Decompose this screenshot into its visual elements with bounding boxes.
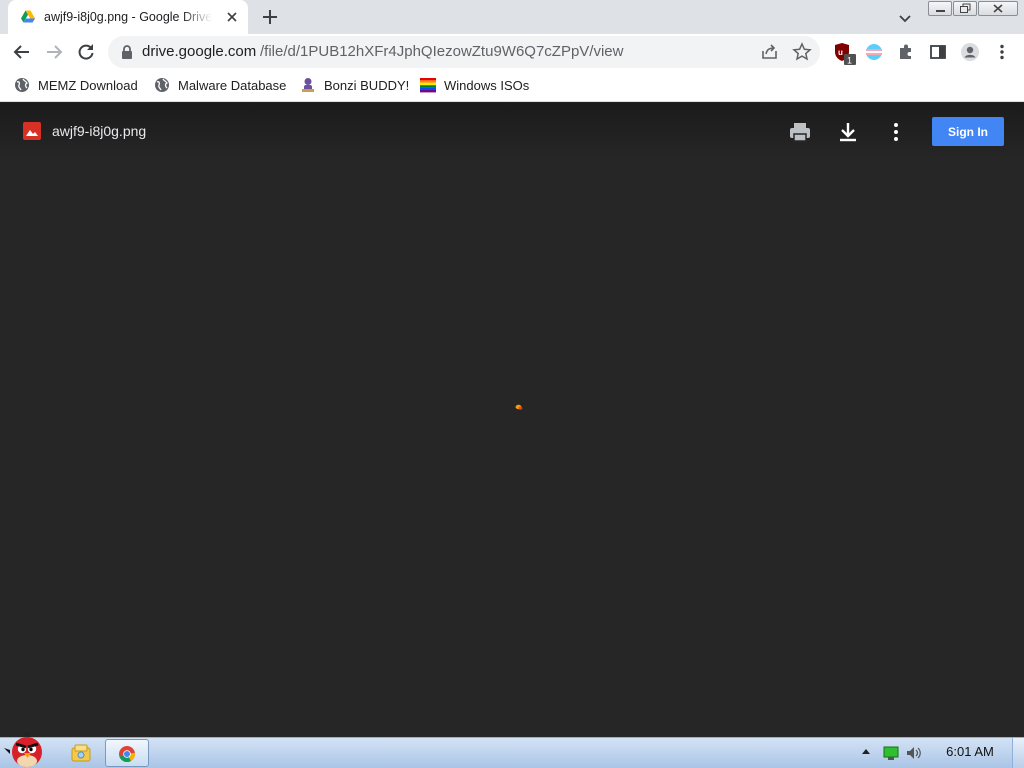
bookmark-memz-download[interactable]: MEMZ Download [14, 72, 138, 98]
extensions-puzzle-icon[interactable] [896, 42, 916, 62]
globe-icon [155, 78, 169, 92]
show-desktop-button[interactable] [1012, 738, 1024, 768]
tab-title: awjf9-i8j0g.png - Google Drive [44, 10, 212, 24]
minimize-button[interactable] [928, 1, 952, 16]
image-file-icon [23, 122, 41, 140]
file-preview-area [0, 103, 1024, 737]
bookmark-label: MEMZ Download [38, 77, 138, 93]
bonzi-icon [302, 78, 314, 92]
new-tab-button[interactable] [260, 7, 280, 27]
file-name: awjf9-i8j0g.png [52, 123, 147, 139]
side-panel-icon[interactable] [928, 42, 948, 62]
loading-spinner-icon [515, 404, 523, 410]
bookmark-malware-database[interactable]: Malware Database [154, 72, 286, 98]
window-close-button[interactable] [978, 1, 1018, 16]
volume-icon[interactable] [905, 745, 923, 761]
profile-avatar-icon[interactable] [960, 42, 980, 62]
print-icon[interactable] [788, 120, 812, 144]
chevron-down-icon[interactable] [896, 9, 914, 27]
download-icon[interactable] [836, 120, 860, 144]
browser-tab[interactable]: awjf9-i8j0g.png - Google Drive [8, 0, 248, 34]
share-icon[interactable] [760, 42, 780, 62]
url-path: /file/d/1PUB12hXFr4JphQIezowZtu9W6Q7cZPp… [260, 43, 624, 60]
forward-arrow-icon[interactable] [44, 42, 64, 62]
bookmark-bonzi-buddy[interactable]: Bonzi BUDDY! [300, 72, 409, 98]
lock-icon[interactable] [120, 44, 134, 60]
viewer-header [0, 103, 1024, 159]
reload-icon[interactable] [76, 42, 96, 62]
bookmark-label: Bonzi BUDDY! [324, 77, 410, 93]
tray-overflow-icon[interactable] [860, 746, 872, 758]
close-icon[interactable] [224, 9, 240, 25]
rainbow-flag-icon [420, 78, 436, 93]
minimize-icon [936, 10, 945, 12]
kebab-menu-icon[interactable] [992, 42, 1012, 62]
back-arrow-icon[interactable] [12, 42, 32, 62]
globe-icon [15, 78, 29, 92]
chrome-icon [119, 746, 136, 763]
bookmark-star-icon[interactable] [792, 42, 812, 62]
sign-in-button[interactable]: Sign In [932, 117, 1004, 146]
svg-text:u: u [838, 48, 843, 57]
url-host: drive.google.com [142, 43, 257, 60]
bookmark-label: Malware Database [178, 77, 287, 93]
start-button-angry-bird-icon[interactable] [2, 730, 50, 768]
bookmark-label: Windows ISOs [444, 77, 530, 93]
bookmark-windows-isos[interactable]: Windows ISOs [420, 72, 529, 98]
google-drive-icon [21, 10, 35, 23]
ublock-origin-icon[interactable]: u 1 [833, 42, 857, 66]
restore-button[interactable] [953, 1, 977, 16]
file-explorer-icon[interactable] [66, 740, 96, 767]
restore-icon [960, 3, 971, 13]
chrome-taskbar-button[interactable] [105, 739, 149, 767]
more-options-icon[interactable] [884, 120, 908, 144]
taskbar-clock[interactable]: 6:01 AM [940, 744, 1000, 759]
ublock-badge-count: 1 [847, 56, 852, 66]
extension-flag-icon[interactable] [864, 42, 884, 62]
network-icon[interactable] [882, 745, 900, 761]
close-icon [993, 4, 1003, 13]
